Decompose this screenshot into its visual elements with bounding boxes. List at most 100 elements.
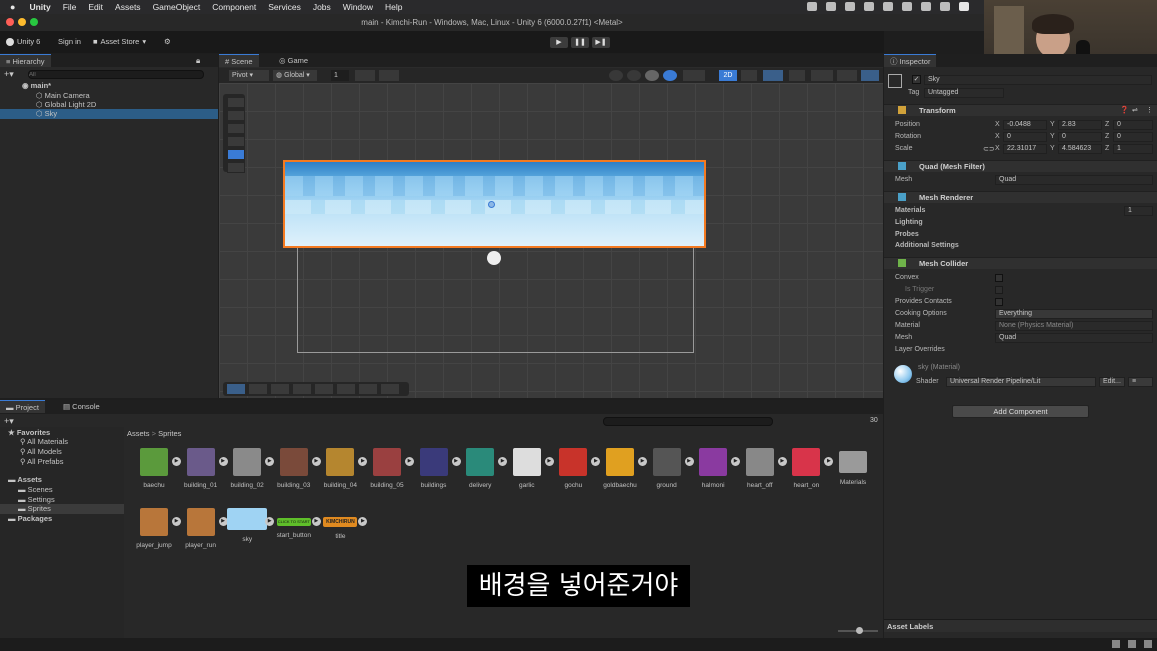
shading-shaded-icon[interactable] [627,70,641,81]
move-tool-icon[interactable] [227,110,245,121]
rotation-z-field[interactable]: 0 [1113,132,1153,142]
status-icon[interactable] [1128,640,1136,648]
tag-dropdown[interactable]: Untagged [924,88,1004,98]
material-list-button[interactable]: ≡ [1128,377,1153,387]
shading-lit-icon[interactable] [663,70,677,81]
account-button[interactable]: Unity 6 [6,35,40,48]
slider-handle[interactable] [856,627,863,634]
scale-y-field[interactable]: 4.584623 [1058,144,1102,154]
camera-settings-icon[interactable] [837,70,857,81]
mesh-field[interactable]: Quad [995,175,1153,185]
mesh-filter-header[interactable]: Quad (Mesh Filter) [884,160,1157,172]
asset-heart-off[interactable]: heart_off ▶ [738,448,787,489]
sign-in-button[interactable]: Sign in [58,35,81,48]
scale-z-field[interactable]: 1 [1113,144,1153,154]
menu-jobs[interactable]: Jobs [313,2,331,12]
erase-tool-icon[interactable] [315,384,333,394]
asset-buildings[interactable]: buildings ▶ [412,448,461,489]
shading-unlit-icon[interactable] [645,70,659,81]
position-z-field[interactable]: 0 [1113,120,1153,130]
control-icon[interactable] [883,2,893,11]
draw-mode-icon[interactable] [683,70,705,81]
menu-file[interactable]: File [63,2,77,12]
grid-snap-field[interactable]: 1 [331,70,349,81]
object-name-field[interactable]: Sky [924,75,1152,85]
menu-assets[interactable]: Assets [115,2,141,12]
asset-baechu[interactable]: baechu ▶ [132,448,181,489]
rect-tool-icon[interactable] [227,149,245,160]
more-options-icon[interactable]: ⋮ [1146,106,1153,114]
volume-icon[interactable] [902,2,912,11]
tab-project[interactable]: ▬ Project [0,400,45,413]
shader-dropdown[interactable]: Universal Render Pipeline/Lit [946,377,1096,387]
settings-gear-icon[interactable]: ⚙ [164,35,171,48]
menu-unity[interactable]: Unity [29,2,50,12]
rotation-x-field[interactable]: 0 [1003,132,1047,142]
step-button[interactable]: ▶❚ [592,37,610,48]
paint-tool-icon[interactable] [249,384,267,394]
transform-tool-icon[interactable] [227,162,245,173]
hierarchy-item-sky[interactable]: ⬡ Sky [0,109,218,119]
asset-ground[interactable]: ground ▶ [645,448,694,489]
menu-window[interactable]: Window [343,2,373,12]
asset-store-button[interactable]: ■ Asset Store ▾ [93,35,146,48]
asset-building-05[interactable]: building_05 ▶ [365,448,414,489]
tab-console[interactable]: ▤ Console [57,400,106,413]
wifi-icon[interactable] [940,2,950,11]
tab-inspector[interactable]: ⓘ Inspector [884,54,937,67]
display-icon[interactable] [826,2,836,11]
tab-scene[interactable]: # Scene [219,54,259,67]
asset-sky[interactable]: sky ▶ [225,508,275,543]
convex-checkbox[interactable] [995,274,1003,282]
materials-foldout[interactable]: Materials [895,207,925,214]
apple-icon[interactable]: ● [10,2,15,12]
is-trigger-checkbox[interactable] [995,286,1003,294]
menu-component[interactable]: Component [212,2,256,12]
grid-toggle-icon[interactable] [355,70,375,81]
scale-x-field[interactable]: 22.31017 [1003,144,1047,154]
visibility-toggle-icon[interactable] [811,70,833,81]
scene-canvas[interactable] [219,83,883,398]
asset-garlic[interactable]: garlic ▶ [505,448,554,489]
bluetooth-icon[interactable] [921,2,931,11]
light-gizmo-icon[interactable] [487,251,501,265]
additional-settings-foldout[interactable]: Additional Settings [895,242,959,249]
preset-icon[interactable]: ⇌ [1132,106,1138,114]
status-icon[interactable] [1144,640,1152,648]
gizmos-icon[interactable] [861,70,879,81]
asset-heart-on[interactable]: heart_on ▶ [784,448,834,489]
breadcrumb-assets[interactable]: Assets [127,429,150,438]
provides-contacts-checkbox[interactable] [995,298,1003,306]
probes-foldout[interactable]: Probes [895,231,919,238]
fill-tool-icon[interactable] [337,384,355,394]
flip-tile-icon[interactable] [381,384,399,394]
cast-icon[interactable] [845,2,855,11]
asset-delivery[interactable]: delivery ▶ [458,448,508,489]
assets-foldout[interactable]: ▬ Assets [8,475,42,485]
asset-labels-bar[interactable]: Asset Labels [884,619,1157,632]
packages-foldout[interactable]: ▬ Packages [8,514,52,524]
scale-tool-icon[interactable] [227,136,245,147]
project-search-input[interactable] [603,417,773,426]
fav-all-prefabs[interactable]: ⚲ All Prefabs [20,457,63,467]
menu-help[interactable]: Help [385,2,402,12]
box-fill-tool-icon[interactable] [271,384,289,394]
rotate-tile-icon[interactable] [359,384,377,394]
asset-gochu[interactable]: gochu ▶ [551,448,601,489]
app-icon[interactable] [864,2,874,11]
scene-root[interactable]: ◉ main* [22,81,51,91]
thumbnail-size-slider[interactable] [838,627,878,634]
snap-toggle-icon[interactable] [379,70,399,81]
help-icon[interactable]: ❓ [1120,106,1129,114]
asset-start-button[interactable]: CLICK TO START start_button ▶ [272,508,321,539]
add-object-button[interactable]: +▾ [4,69,14,80]
asset-halmoni[interactable]: halmoni ▶ [691,448,741,489]
menu-edit[interactable]: Edit [88,2,103,12]
active-checkbox[interactable]: ✓ [912,75,921,84]
lock-icon[interactable]: 🔒︎ [196,56,200,66]
mesh-renderer-header[interactable]: Mesh Renderer [884,191,1157,203]
folder-scenes[interactable]: ▬ Scenes [18,485,53,495]
add-component-button[interactable]: Add Component [952,405,1089,418]
transform-header[interactable]: Transform [884,104,1157,116]
asset-building-01[interactable]: building_01 ▶ [179,448,228,489]
